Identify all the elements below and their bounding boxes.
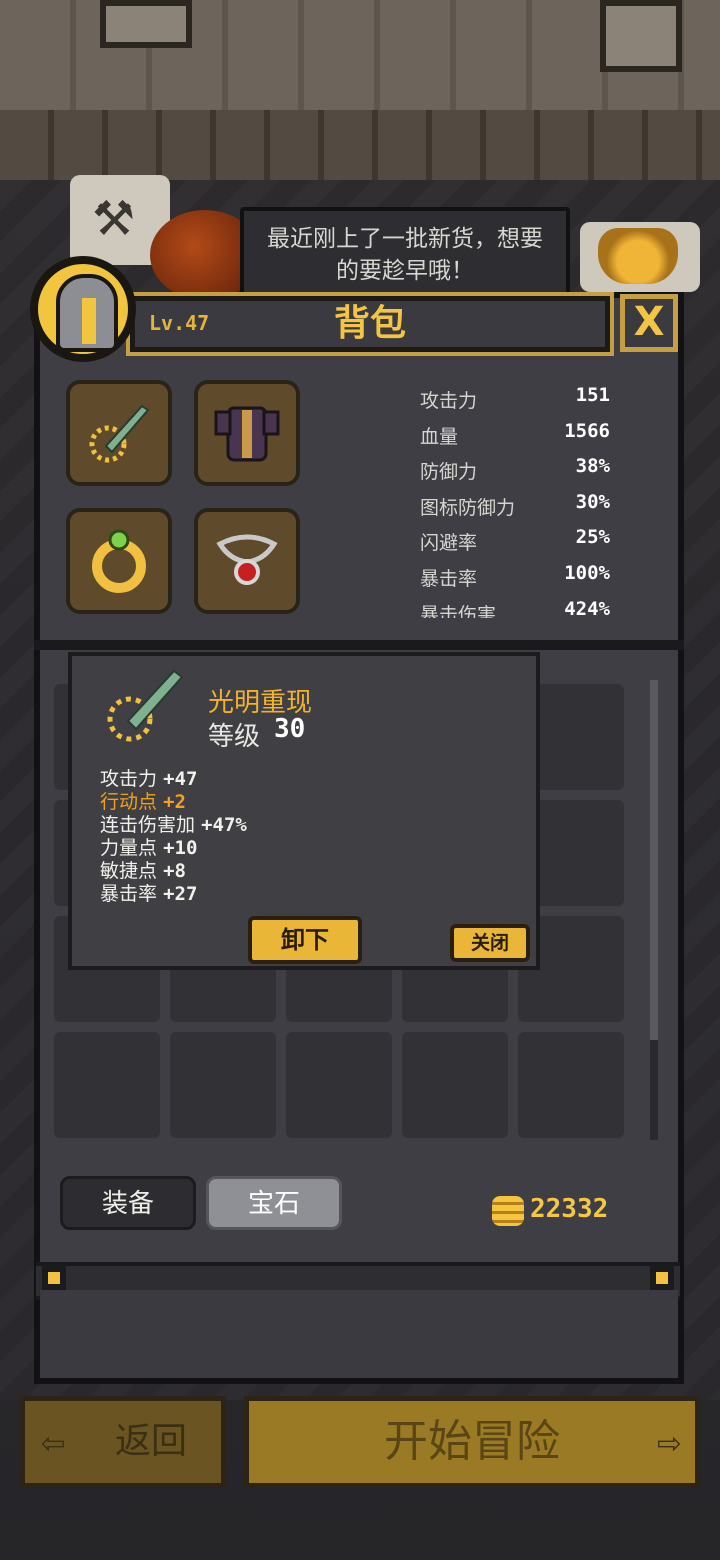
attribute-value: +8: [163, 860, 186, 882]
inventory-slot[interactable]: [518, 1032, 624, 1138]
enter-arrow-icon: ⇨: [656, 1419, 681, 1465]
attribute-value: +47: [163, 768, 198, 790]
stat-label: 暴击伤害: [420, 603, 497, 618]
item-attribute: 连击伤害加 +47%: [100, 814, 247, 836]
shopkeeper-speech-bubble: 最近刚上了一批新货，想要 的要趁早哦！: [240, 207, 570, 297]
stat-row: 闪避率 25%: [420, 524, 610, 560]
attribute-label: 力量点: [100, 837, 158, 859]
inventory-slot[interactable]: [402, 1032, 508, 1138]
rivet-decoration: [42, 1266, 66, 1290]
unequip-button[interactable]: 卸下: [248, 916, 362, 964]
stat-row: 血量 1566: [420, 418, 610, 454]
armor-icon: [214, 406, 280, 462]
stat-value: 30%: [575, 490, 610, 513]
speech-line-2: 的要趁早哦！: [336, 258, 474, 284]
item-attribute: 力量点 +10: [100, 837, 197, 859]
attribute-label: 行动点: [100, 791, 158, 813]
hammer-icon: ⚒: [92, 191, 136, 247]
attribute-label: 攻击力: [100, 768, 158, 790]
stat-label: 攻击力: [420, 390, 478, 412]
inventory-slot[interactable]: [54, 1032, 160, 1138]
ring-icon: [92, 529, 146, 593]
stat-value: 100%: [564, 561, 610, 584]
attribute-label: 敏捷点: [100, 860, 158, 882]
attribute-value: +10: [163, 837, 198, 859]
armor-slot[interactable]: [194, 380, 300, 486]
sword-icon: [107, 669, 184, 742]
stat-label: 闪避率: [420, 532, 478, 555]
start-label: 开始冒险: [384, 1416, 560, 1467]
stat-row: 暴击伤害 424%: [420, 596, 610, 618]
gold-amount: 22332: [530, 1194, 609, 1224]
shop-sign: [580, 222, 700, 292]
sword-icon: [89, 404, 150, 463]
stat-value: 1566: [564, 419, 610, 442]
item-level-value: 30: [274, 714, 306, 744]
item-attribute: 行动点 +2: [100, 791, 186, 813]
inventory-scrollbar[interactable]: [650, 680, 658, 1140]
stat-label: 图标防御力: [420, 496, 516, 519]
attribute-label: 暴击率: [100, 883, 158, 905]
backpack-title-bar: Lv.47 背包: [126, 292, 614, 356]
stat-value: 25%: [575, 526, 610, 549]
item-attribute: 敏捷点 +8: [100, 860, 186, 882]
stat-value: 424%: [564, 597, 610, 618]
stat-value: 151: [575, 384, 610, 406]
speech-line-1: 最近刚上了一批新货，想要: [267, 226, 543, 252]
inventory-slot[interactable]: [286, 1032, 392, 1138]
beam-decoration: [0, 110, 720, 180]
weapon-slot[interactable]: [66, 380, 172, 486]
player-avatar[interactable]: [30, 256, 136, 362]
amulet-icon: [216, 534, 278, 585]
stat-label: 防御力: [420, 461, 478, 484]
exit-arrow-icon: ⇦: [41, 1419, 66, 1465]
rivet-decoration: [650, 1266, 674, 1290]
ring-slot[interactable]: [66, 508, 172, 614]
start-adventure-button[interactable]: 开始冒险 ⇨: [244, 1396, 700, 1488]
tab-equipment[interactable]: 装备: [60, 1176, 196, 1230]
close-popup-button[interactable]: 关闭: [450, 924, 530, 962]
close-button[interactable]: X: [620, 294, 678, 352]
helmet-icon: [56, 274, 118, 352]
item-attribute: 攻击力 +47: [100, 768, 197, 790]
tab-gems[interactable]: 宝石: [206, 1176, 342, 1230]
panel-bottom: [40, 1290, 678, 1378]
section-divider: [34, 640, 684, 650]
stat-row: 攻击力 151: [420, 382, 610, 418]
stat-label: 暴击率: [420, 567, 478, 590]
attribute-value: +27: [163, 883, 198, 905]
attribute-value: +2: [163, 791, 186, 813]
stat-row: 图标防御力 30%: [420, 489, 610, 525]
stat-row: 防御力 38%: [420, 453, 610, 489]
item-level-label: 等级: [208, 722, 261, 752]
amulet-slot[interactable]: [194, 508, 300, 614]
inventory-slot[interactable]: [170, 1032, 276, 1138]
scrollbar-thumb[interactable]: [650, 680, 658, 1040]
money-bag-icon: [598, 228, 678, 284]
stat-value: 38%: [575, 455, 610, 478]
item-attribute: 暴击率 +27: [100, 883, 197, 905]
stat-label: 血量: [420, 425, 459, 448]
stats-list: 攻击力 151 血量 1566 防御力 38% 图标防御力 30% 闪避率 25…: [420, 382, 610, 618]
back-button[interactable]: ⇦ 返回: [20, 1396, 226, 1488]
attribute-label: 连击伤害加: [100, 814, 196, 836]
window-decoration: [100, 0, 192, 48]
gold-coin-icon: [492, 1196, 524, 1226]
window-decoration: [600, 0, 682, 72]
stat-row: 暴击率 100%: [420, 560, 610, 596]
page-title: 背包: [333, 303, 406, 344]
back-label: 返回: [115, 1421, 188, 1462]
attribute-value: +47%: [201, 814, 247, 836]
